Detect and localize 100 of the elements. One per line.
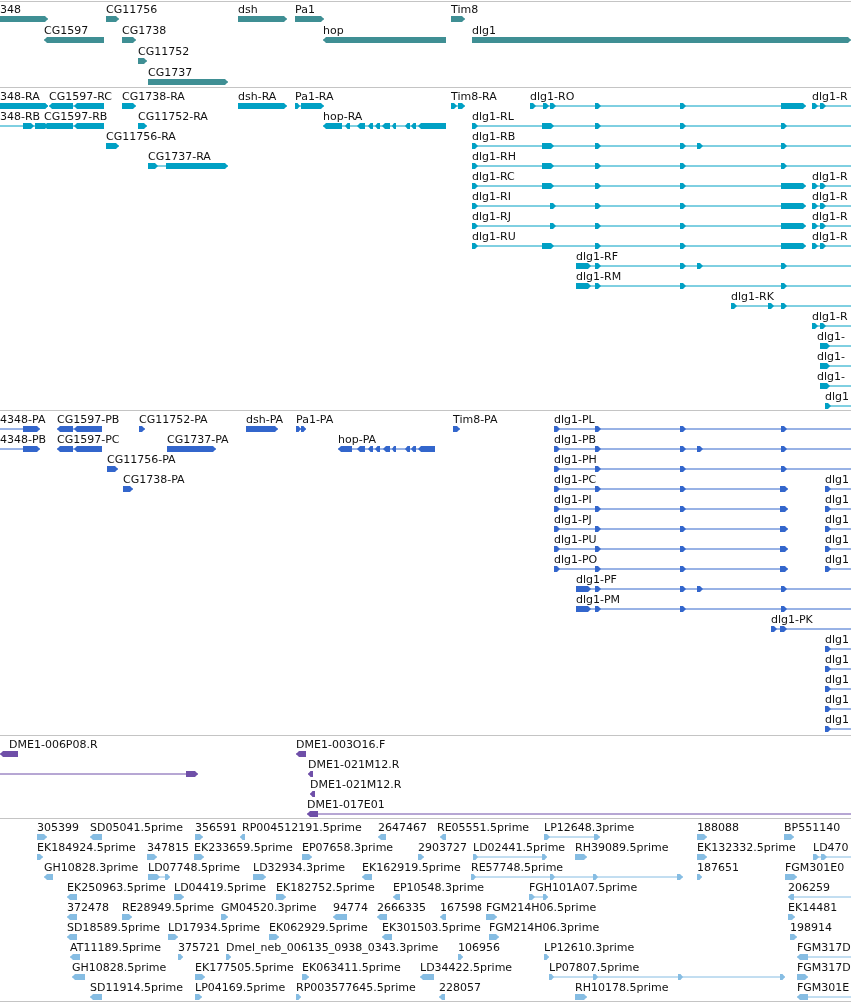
est-label: EK063411.5prime bbox=[302, 961, 401, 974]
est-label: 206259 bbox=[788, 881, 830, 894]
protein-label: CG1597-PC bbox=[57, 433, 120, 446]
est-label: LP12648.3prime bbox=[544, 821, 635, 834]
transcript-label: dlg1-R bbox=[812, 190, 848, 203]
est-label: 187651 bbox=[697, 861, 739, 874]
transcript-label: dlg1-RL bbox=[472, 110, 514, 123]
protein-label: dlg1-PL bbox=[554, 413, 595, 426]
protein-label: dlg1 bbox=[825, 553, 850, 566]
protein-label: dlg1 bbox=[825, 713, 850, 726]
protein-label: dlg1-PM bbox=[576, 593, 621, 606]
transcript-label: dlg1-RH bbox=[472, 150, 516, 163]
est-label: FGH101A07.5prime bbox=[529, 881, 638, 894]
est-label: LP07807.5prime bbox=[549, 961, 640, 974]
est-label: 198914 bbox=[790, 921, 832, 934]
protein-label: dlg1-PH bbox=[554, 453, 597, 466]
transcript-label: dlg1-RM bbox=[576, 270, 622, 283]
est-label: 2903727 bbox=[418, 841, 467, 854]
est-label: EP10548.3prime bbox=[393, 881, 485, 894]
transcript-label: dlg1 bbox=[825, 390, 850, 403]
gene-label: Pa1 bbox=[295, 3, 315, 16]
protein-label: CG11752-PA bbox=[139, 413, 208, 426]
est-label: RH10178.5prime bbox=[575, 981, 669, 994]
est-label: EK177505.5prime bbox=[195, 961, 294, 974]
transcript-label: CG1597-RC bbox=[49, 90, 112, 103]
est-label: 305399 bbox=[37, 821, 79, 834]
protein-label: CG1597-PB bbox=[57, 413, 120, 426]
gene-label: dsh bbox=[238, 3, 258, 16]
est-label: GM04520.3prime bbox=[221, 901, 317, 914]
est-label: 375721 bbox=[178, 941, 220, 954]
protein-label: dlg1 bbox=[825, 533, 850, 546]
transcript-label: dlg1- bbox=[817, 350, 845, 363]
transcript-label: dlg1-RO bbox=[530, 90, 575, 103]
protein-label: dlg1-PK bbox=[771, 613, 813, 626]
est-label: SD11914.5prime bbox=[90, 981, 183, 994]
protein-label: Pa1-PA bbox=[296, 413, 334, 426]
est-label: LD17934.5prime bbox=[168, 921, 261, 934]
est-label: FGM301E bbox=[797, 981, 850, 994]
protein-label: dlg1 bbox=[825, 693, 850, 706]
clone-label: DME1-017E01 bbox=[307, 798, 385, 811]
est-label: RH39089.5prime bbox=[575, 841, 669, 854]
protein-label: dlg1-PC bbox=[554, 473, 597, 486]
est-label: 356591 bbox=[195, 821, 237, 834]
est-label: LD470 bbox=[813, 841, 849, 854]
est-label: EP07658.3prime bbox=[302, 841, 394, 854]
est-label: LD04419.5prime bbox=[174, 881, 267, 894]
transcript-label: CG11756-RA bbox=[106, 130, 176, 143]
est-label: EK062929.5prime bbox=[269, 921, 368, 934]
est-label: EK182752.5prime bbox=[276, 881, 375, 894]
est-label: 167598 bbox=[440, 901, 482, 914]
protein-label: dlg1-PF bbox=[576, 573, 617, 586]
transcript-label: hop-RA bbox=[323, 110, 363, 123]
est-label: RE05551.5prime bbox=[437, 821, 530, 834]
transcript-label: dlg1-RB bbox=[472, 130, 516, 143]
transcript-label: dlg1-R bbox=[812, 90, 848, 103]
protein-label: dlg1-PI bbox=[554, 493, 592, 506]
clone-label: DME1-021M12.R bbox=[308, 758, 400, 771]
protein-label: Tim8-PA bbox=[453, 413, 498, 426]
transcript-label: 348-RB bbox=[0, 110, 41, 123]
gene-label: CG11756 bbox=[106, 3, 158, 16]
protein-label: dlg1 bbox=[825, 633, 850, 646]
transcript-label: dlg1-RC bbox=[472, 170, 515, 183]
est-label: FGM214H06.3prime bbox=[489, 921, 600, 934]
est-label: 106956 bbox=[458, 941, 500, 954]
est-label: RE57748.5prime bbox=[471, 861, 564, 874]
protein-label: 4348-PB bbox=[0, 433, 47, 446]
protein-label: CG1738-PA bbox=[123, 473, 185, 486]
protein-label: dlg1-PU bbox=[554, 533, 597, 546]
est-label: 188088 bbox=[697, 821, 739, 834]
gene-label: dlg1 bbox=[472, 24, 497, 37]
clone-label: DME1-003O16.F bbox=[296, 738, 386, 751]
est-label: LD07748.5prime bbox=[148, 861, 241, 874]
transcript-label: Pa1-RA bbox=[295, 90, 334, 103]
est-label: Dmel_neb_006135_0938_0343.3prime bbox=[226, 941, 439, 954]
protein-label: dlg1 bbox=[825, 473, 850, 486]
est-label: RE28949.5prime bbox=[122, 901, 215, 914]
protein-label: CG11756-PA bbox=[107, 453, 176, 466]
est-label: SD05041.5prime bbox=[90, 821, 183, 834]
transcript-label: dlg1-RK bbox=[731, 290, 774, 303]
protein-label: dlg1 bbox=[825, 493, 850, 506]
transcript-label: dlg1-R bbox=[812, 210, 848, 223]
transcript-label: dlg1- bbox=[817, 370, 845, 383]
protein-label: hop-PA bbox=[338, 433, 377, 446]
transcript-label: dlg1-R bbox=[812, 170, 848, 183]
est-label: 228057 bbox=[439, 981, 481, 994]
gene-label: hop bbox=[323, 24, 344, 37]
protein-label: dlg1-PJ bbox=[554, 513, 592, 526]
transcript-label: dlg1-RF bbox=[576, 250, 618, 263]
est-label: LD34422.5prime bbox=[420, 961, 513, 974]
transcript-label: 348-RA bbox=[0, 90, 40, 103]
transcript-label: CG11752-RA bbox=[138, 110, 208, 123]
est-label: FGM301E0 bbox=[785, 861, 845, 874]
est-label: BP551140 bbox=[784, 821, 841, 834]
est-label: EK301503.5prime bbox=[382, 921, 481, 934]
transcript-label: CG1737-RA bbox=[148, 150, 211, 163]
protein-label: dlg1 bbox=[825, 513, 850, 526]
gene-label: CG1737 bbox=[148, 66, 193, 79]
transcript-label: dsh-RA bbox=[238, 90, 277, 103]
transcript-label: CG1738-RA bbox=[122, 90, 185, 103]
est-label: LD32934.3prime bbox=[253, 861, 346, 874]
